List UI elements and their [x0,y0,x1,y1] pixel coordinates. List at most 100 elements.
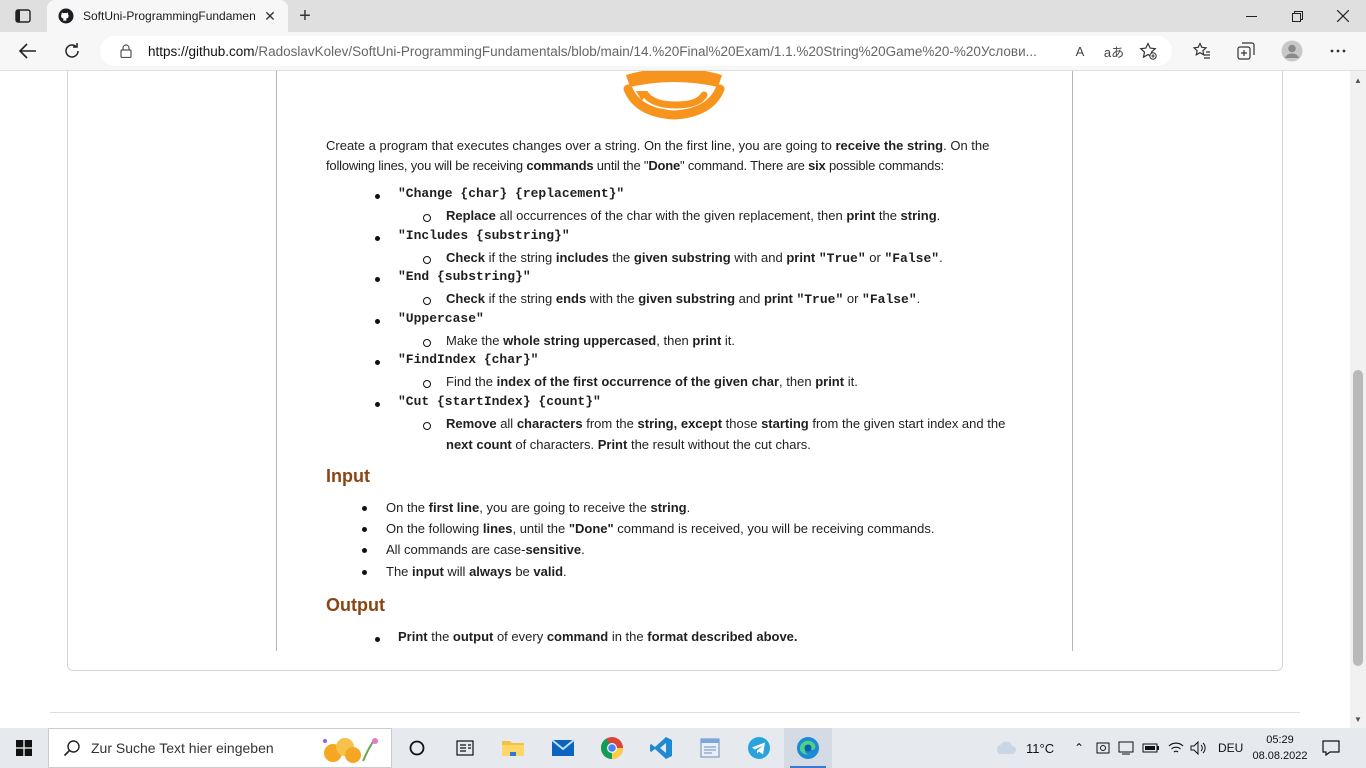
weather-temp: 11°C [1026,740,1055,756]
battery-icon[interactable] [1142,743,1160,753]
output-line: Print the output of every command in the… [398,629,798,644]
text-run: . [916,291,921,306]
text-run: command is received, you will be receivi… [613,521,935,536]
taskbar-search[interactable]: Zur Suche Text hier eingeben [48,728,392,768]
telegram-button[interactable] [735,728,783,768]
back-button[interactable] [12,36,44,66]
read-aloud-icon[interactable]: A [1066,39,1094,63]
url-path: /RadoslavKolev/SoftUni-ProgrammingFundam… [254,43,1037,59]
chrome-icon [601,737,623,759]
notifications-button[interactable] [1322,728,1340,768]
text-run: those [722,416,762,431]
intro-text-1c: . On the [943,138,990,153]
text-run: if the string [485,291,556,306]
wifi-icon[interactable] [1168,741,1184,755]
url-text[interactable]: https://github.com/RadoslavKolev/SoftUni… [148,44,1060,59]
text-run: print [763,291,797,306]
edge-button[interactable] [784,728,832,768]
intro-text-2a: following lines, you will be receiving [326,158,527,173]
mail-button[interactable] [539,728,587,768]
input-line: On the first line, you are going to rece… [386,500,690,515]
add-favorite-icon[interactable] [1134,39,1162,63]
text-run: lines [482,521,513,536]
task-view-button[interactable] [393,728,441,768]
bullet-icon [362,527,370,535]
divider [50,712,1300,713]
text-run: given substring [633,250,731,265]
bullet-icon [362,506,370,514]
language-indicator[interactable]: DEU [1218,728,1243,768]
profile-button[interactable] [1276,36,1308,66]
weather-widget[interactable]: 11°C [994,728,1054,768]
text-run: "False" [884,251,940,266]
address-bar[interactable]: https://github.com/RadoslavKolev/SoftUni… [100,36,1172,66]
minimize-button[interactable] [1228,0,1274,32]
minimize-icon [1245,15,1257,17]
speaker-icon[interactable] [1190,741,1206,755]
scrollbar-thumb[interactable] [1353,370,1363,666]
scroll-down-icon[interactable]: ▼ [1350,712,1366,726]
network-monitor-icon[interactable] [1118,741,1134,755]
intro-text-2f: six [808,158,826,173]
intro-text-2d: Done [648,158,681,173]
file-explorer-button[interactable] [489,728,537,768]
notepad-button[interactable] [686,728,734,768]
clock-date: 08.08.2022 [1252,750,1308,762]
text-run: , then [779,374,816,389]
text-run: "Done" [568,521,614,536]
scroll-up-icon[interactable]: ▲ [1350,73,1366,87]
restore-button[interactable] [1274,0,1320,32]
system-tray: ⌃ [1072,728,1206,768]
intro-text-1: Create a program that executes changes o… [326,138,836,153]
text-run: be [511,564,534,579]
input-line: On the following lines, until the "Done"… [386,521,934,536]
text-run: whole string uppercased [503,333,657,348]
command-description: Remove all characters from the string, e… [446,413,1036,455]
text-run: starting [761,416,809,431]
vscode-button[interactable] [637,728,685,768]
text-run: characters [516,416,583,431]
text-run: all [496,416,517,431]
text-run: the [608,250,634,265]
text-run: , then [656,333,693,348]
text-run: or [843,291,863,306]
refresh-icon [65,43,79,58]
close-window-button[interactable] [1320,0,1366,32]
text-run: string, except [637,416,723,431]
text-run: print [846,208,876,223]
tab-bar: SoftUni-ProgrammingFundamen ✕ + [0,0,1366,32]
refresh-button[interactable] [56,36,88,66]
close-tab-icon[interactable]: ✕ [260,6,280,26]
url-domain: https://github.com [148,43,255,59]
intro-line-2: following lines, you will be receiving c… [326,156,1026,176]
text-run: of every [493,629,547,644]
widgets-button[interactable] [441,728,489,768]
new-tab-button[interactable]: + [293,4,317,28]
browser-toolbar: https://github.com/RadoslavKolev/SoftUni… [0,32,1366,71]
text-run: . [939,250,943,265]
bullet-icon [362,548,370,556]
telegram-icon [748,737,770,759]
tab-actions-button[interactable] [8,4,38,28]
text-run: "True" [818,251,866,266]
chevron-up-icon[interactable]: ⌃ [1072,741,1086,755]
favorites-button[interactable] [1186,36,1218,66]
text-run: "False" [862,292,917,307]
clock[interactable]: 05:29 08.08.2022 [1252,728,1308,768]
collections-button[interactable] [1230,36,1262,66]
command-name: "Change {char} {replacement}" [398,186,625,201]
change-logo-image [623,71,725,120]
text-run: given substring [638,291,736,306]
translate-icon[interactable]: aあ [1100,39,1128,63]
search-highlight-icon [323,738,378,763]
chrome-button[interactable] [588,728,636,768]
text-run: includes [555,250,609,265]
settings-menu-button[interactable] [1322,36,1354,66]
vertical-scrollbar[interactable]: ▲ ▼ [1350,71,1366,728]
text-run: , you are going to receive the [479,500,651,515]
start-button[interactable] [0,728,48,768]
text-run: string [650,500,687,515]
cloud-sync-icon[interactable] [1096,741,1110,755]
text-run: it. [844,374,858,389]
browser-tab[interactable]: SoftUni-ProgrammingFundamen ✕ [47,0,288,32]
